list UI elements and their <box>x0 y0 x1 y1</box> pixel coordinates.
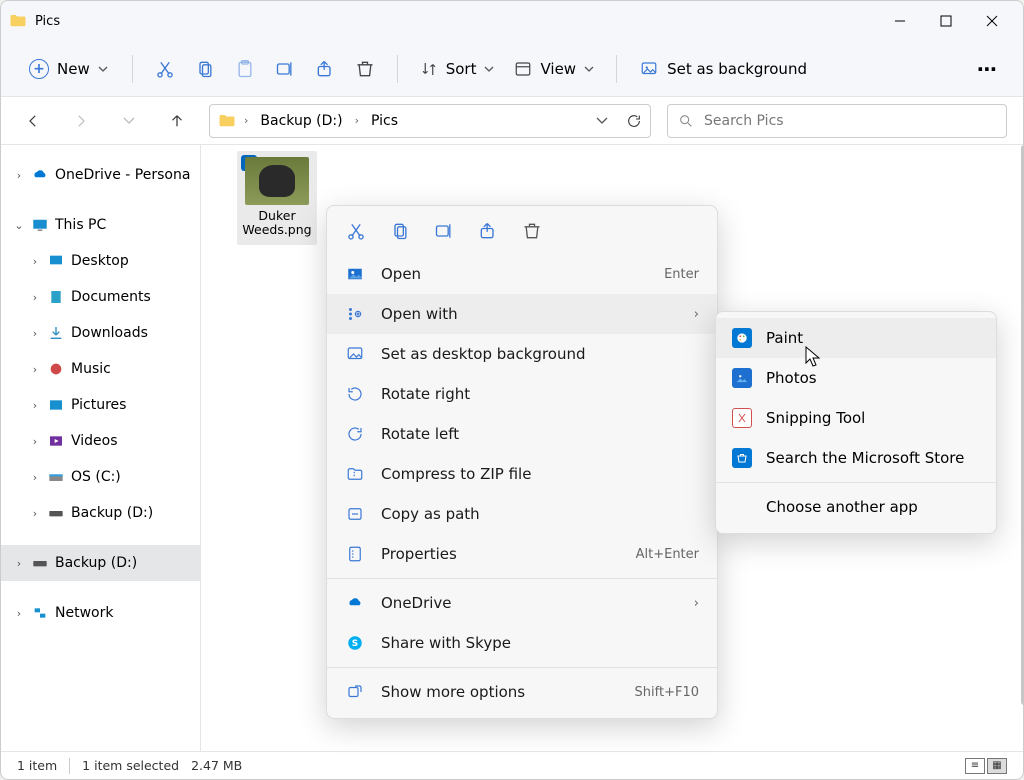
ctx-onedrive[interactable]: OneDrive › <box>327 583 717 623</box>
view-toggle: ≡ ▦ <box>965 758 1007 774</box>
sidebar-item-desktop[interactable]: ›Desktop <box>1 243 200 279</box>
minimize-button[interactable] <box>877 5 923 37</box>
sort-icon <box>420 60 438 78</box>
new-button[interactable]: + New <box>17 53 120 85</box>
onedrive-icon <box>31 166 49 184</box>
sidebar-item-onedrive[interactable]: › OneDrive - Persona <box>1 157 200 193</box>
sidebar-item-videos[interactable]: ›Videos <box>1 423 200 459</box>
sidebar-item-thispc[interactable]: ⌄ This PC <box>1 207 200 243</box>
submenu-snipping[interactable]: Snipping Tool <box>716 398 996 438</box>
file-explorer-window: Pics + New Sort View <box>0 0 1024 780</box>
ctx-copy-path[interactable]: Copy as path <box>327 494 717 534</box>
ctx-rotate-left[interactable]: Rotate left <box>327 414 717 454</box>
snipping-icon <box>732 408 752 428</box>
up-button[interactable] <box>161 105 193 137</box>
status-size: 2.47 MB <box>191 758 242 773</box>
sidebar-item-documents[interactable]: ›Documents <box>1 279 200 315</box>
plus-icon: + <box>29 59 49 79</box>
thumbnails-view-button[interactable]: ▦ <box>987 758 1007 774</box>
maximize-button[interactable] <box>923 5 969 37</box>
refresh-button[interactable] <box>626 113 642 129</box>
sidebar: › OneDrive - Persona ⌄ This PC ›Desktop … <box>1 145 201 751</box>
chevron-right-icon: › <box>694 596 699 611</box>
ctx-delete-icon[interactable] <box>521 220 543 242</box>
ctx-cut-icon[interactable] <box>345 220 367 242</box>
rename-button[interactable] <box>265 49 305 89</box>
paste-button[interactable] <box>225 49 265 89</box>
ctx-open[interactable]: Open Enter <box>327 254 717 294</box>
folder-icon <box>9 12 27 30</box>
ctx-share-skype[interactable]: S Share with Skype <box>327 623 717 663</box>
forward-button[interactable] <box>65 105 97 137</box>
store-icon <box>732 448 752 468</box>
photos-icon <box>732 368 752 388</box>
submenu-choose-another[interactable]: Choose another app <box>716 487 996 527</box>
submenu-msstore[interactable]: Search the Microsoft Store <box>716 438 996 478</box>
address-bar[interactable]: › Backup (D:) › Pics <box>209 104 651 138</box>
back-button[interactable] <box>17 105 49 137</box>
ctx-copy-icon[interactable] <box>389 220 411 242</box>
submenu-paint[interactable]: Paint <box>716 318 996 358</box>
breadcrumb-segment[interactable]: Pics <box>367 111 402 131</box>
share-button[interactable] <box>305 49 345 89</box>
titlebar: Pics <box>1 1 1023 41</box>
ctx-properties[interactable]: Properties Alt+Enter <box>327 534 717 574</box>
sidebar-item-backup-selected[interactable]: ›Backup (D:) <box>1 545 200 581</box>
wallpaper-icon <box>639 60 659 78</box>
recent-dropdown[interactable] <box>113 105 145 137</box>
ctx-open-with[interactable]: Open with › <box>327 294 717 334</box>
view-icon <box>514 60 532 78</box>
set-background-button[interactable]: Set as background <box>629 54 817 84</box>
ctx-rename-icon[interactable] <box>433 220 455 242</box>
ctx-share-icon[interactable] <box>477 220 499 242</box>
search-icon <box>678 113 694 129</box>
delete-button[interactable] <box>345 49 385 89</box>
sort-button[interactable]: Sort <box>410 54 505 84</box>
folder-icon <box>218 112 236 130</box>
thumbnail-image <box>245 157 309 205</box>
status-item-count: 1 item <box>17 758 57 773</box>
svg-text:S: S <box>352 639 358 649</box>
search-placeholder: Search Pics <box>704 113 784 129</box>
paint-icon <box>732 328 752 348</box>
details-view-button[interactable]: ≡ <box>965 758 985 774</box>
file-thumbnail[interactable]: ✓ Duker Weeds.png <box>237 151 317 245</box>
chevron-down-icon <box>98 64 108 74</box>
pc-icon <box>31 216 49 234</box>
ctx-set-desktop-bg[interactable]: Set as desktop background <box>327 334 717 374</box>
more-toolbar-button[interactable]: ⋯ <box>967 49 1007 89</box>
copy-button[interactable] <box>185 49 225 89</box>
submenu-photos[interactable]: Photos <box>716 358 996 398</box>
ctx-show-more[interactable]: Show more options Shift+F10 <box>327 672 717 712</box>
window-title: Pics <box>35 14 60 29</box>
ctx-rotate-right[interactable]: Rotate right <box>327 374 717 414</box>
sidebar-item-backupd[interactable]: ›Backup (D:) <box>1 495 200 531</box>
main-toolbar: + New Sort View Set as background ⋯ <box>1 41 1023 97</box>
file-name: Duker Weeds.png <box>237 209 317 238</box>
sidebar-item-osc[interactable]: ›OS (C:) <box>1 459 200 495</box>
cut-button[interactable] <box>145 49 185 89</box>
chevron-right-icon: › <box>694 307 699 322</box>
sidebar-item-downloads[interactable]: ›Downloads <box>1 315 200 351</box>
breadcrumb-segment[interactable]: Backup (D:) <box>256 111 346 131</box>
open-with-submenu: Paint Photos Snipping Tool Search the Mi… <box>715 311 997 534</box>
close-button[interactable] <box>969 5 1015 37</box>
view-button[interactable]: View <box>504 54 604 84</box>
sidebar-item-pictures[interactable]: ›Pictures <box>1 387 200 423</box>
search-box[interactable]: Search Pics <box>667 104 1007 138</box>
status-selected: 1 item selected <box>82 758 179 773</box>
sidebar-item-music[interactable]: ›Music <box>1 351 200 387</box>
status-bar: 1 item 1 item selected 2.47 MB ≡ ▦ <box>1 751 1023 779</box>
sidebar-item-network[interactable]: ›Network <box>1 595 200 631</box>
navigation-row: › Backup (D:) › Pics Search Pics <box>1 97 1023 145</box>
ctx-compress-zip[interactable]: Compress to ZIP file <box>327 454 717 494</box>
address-dropdown[interactable] <box>596 115 608 127</box>
context-menu: Open Enter Open with › Set as desktop ba… <box>326 205 718 719</box>
